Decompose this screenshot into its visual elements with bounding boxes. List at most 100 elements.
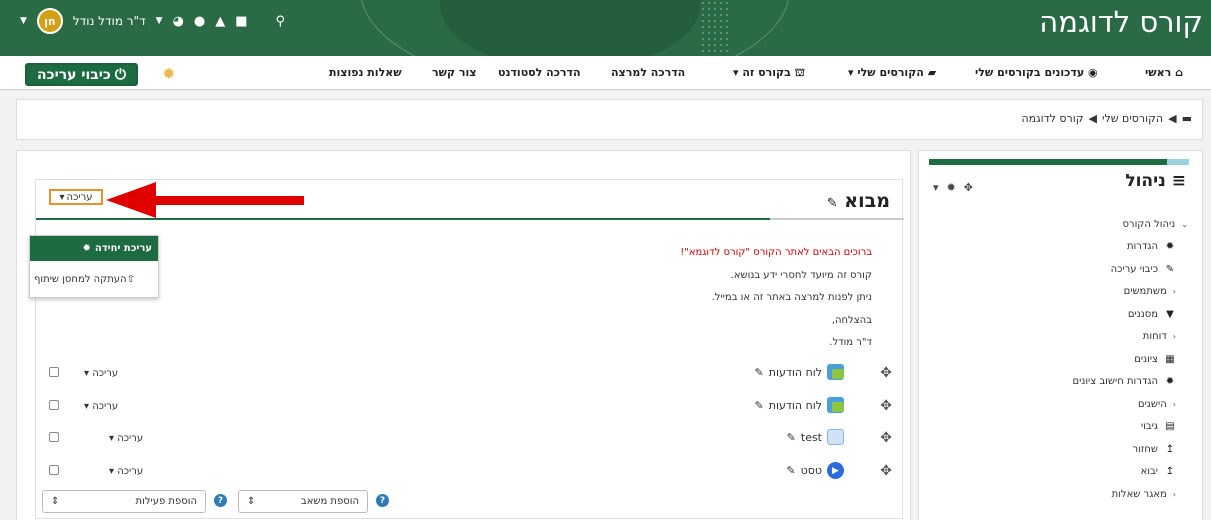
breadcrumb-my-courses[interactable]: הקורסים שלי (1102, 112, 1163, 125)
activity-checkbox[interactable] (49, 432, 59, 442)
tree-item[interactable]: ✹ הגדרות (1072, 236, 1188, 259)
search-icon[interactable]: ⚲ (276, 14, 286, 29)
activity-edit-dropdown[interactable]: עריכה ▾ (109, 466, 143, 477)
globe-icon[interactable]: ◕ (173, 14, 184, 29)
nav-updates-label: עדכונים בקורסים שלי (975, 66, 1085, 79)
add-activity-select[interactable]: הוספת פעילות ⇕ (42, 490, 206, 513)
move-icon[interactable]: ✥ (880, 430, 892, 446)
section-summary: ברוכים הבאים לאתר הקורס "קורס לדוגמא"! ק… (680, 242, 872, 355)
bell-icon[interactable]: ▲ (215, 14, 225, 29)
user-menu-caret-icon[interactable]: ▼ (20, 16, 27, 26)
nav-updates[interactable]: ◉ עדכונים בקורסים שלי (975, 66, 1098, 79)
tree-item[interactable]: ✎ כיבוי עריכה (1072, 258, 1188, 281)
import-icon: ↥ (1165, 466, 1175, 478)
activity-checkbox[interactable] (49, 367, 59, 377)
activity-link[interactable]: לוח הודעות (769, 399, 822, 412)
tree-item[interactable]: ‹ הישגים (1072, 393, 1188, 416)
red-pointer-arrow (106, 182, 306, 218)
edit-mode-off-button[interactable]: ⏻ כיבוי עריכה (25, 63, 138, 86)
gear-icon[interactable]: ✹ (947, 181, 956, 194)
avatar[interactable]: חן (36, 8, 63, 34)
summary-line: קורס זה מיועד לחסרי ידע בנושא. (730, 269, 872, 281)
activity-link[interactable]: טסט (801, 464, 822, 477)
tree-item[interactable]: ▦ ציונים (1072, 348, 1188, 371)
tree-item-label: מאגר שאלות (1111, 488, 1167, 500)
chevron-down-icon: ▾ (733, 66, 739, 79)
help-icon[interactable]: ? (376, 494, 389, 507)
tree-item-label: שחזור (1132, 443, 1158, 455)
pencil-icon[interactable]: ✎ (755, 366, 764, 379)
activity-edit-dropdown[interactable]: עריכה ▾ (109, 433, 143, 444)
tree-item[interactable]: ↥ יבוא (1072, 461, 1188, 484)
move-icon[interactable]: ✥ (880, 398, 892, 414)
menu-item-copy-to-share[interactable]: ⇧ העתקה למחסן שיתוף (30, 261, 158, 297)
pencil-icon[interactable]: ✎ (827, 196, 838, 211)
activity-checkbox[interactable] (49, 400, 59, 410)
help-icon[interactable]: ? (214, 494, 227, 507)
admin-block: ≡ ניהול ▾ ✹ ✥ ⌄ ניהול הקורס ✹ הגדרות ✎ כיבו… (918, 150, 1203, 520)
nav-home-label: ראשי (1145, 66, 1172, 79)
activity-row: עריכה ▾ ▶ טסט ✎ ✥ (36, 462, 904, 482)
tree-item[interactable]: ‹ דוחות (1072, 326, 1188, 349)
pencil-icon[interactable]: ✎ (755, 399, 764, 412)
cog-icon: ✹ (82, 243, 91, 254)
tree-item[interactable]: ▼ מסננים (1072, 303, 1188, 326)
section-title: מבוא ✎ (827, 190, 890, 212)
add-resource-label: הוספת משאב (300, 496, 359, 507)
breadcrumb-course[interactable]: קורס לדוגמה (1021, 112, 1083, 125)
tree-item-label: ציונים (1134, 353, 1158, 365)
chevron-left-icon: ‹ (1172, 489, 1176, 499)
section-edit-menu: ✹ עריכת יחידה ⇧ העתקה למחסן שיתוף (29, 235, 159, 298)
pencil-icon[interactable]: ✎ (786, 464, 795, 477)
tree-item[interactable]: ‹ משתמשים (1072, 281, 1188, 304)
nav-this-course[interactable]: ⛫ בקורס זה ▾ (733, 66, 805, 81)
admin-tree: ⌄ ניהול הקורס ✹ הגדרות ✎ כיבוי עריכה ‹ משתמש… (1072, 213, 1188, 506)
pencil-icon[interactable]: ✎ (787, 431, 796, 444)
user-name[interactable]: ד"ר מודל נודל (73, 14, 146, 28)
nav-lecturer-guide[interactable]: הדרכה למרצה (611, 66, 685, 79)
nav-faq[interactable]: שאלות נפוצות (329, 66, 402, 79)
block-header-bar (929, 159, 1189, 165)
chevron-down-icon: ▾ (848, 66, 854, 79)
activity-edit-dropdown[interactable]: עריכה ▾ (84, 368, 118, 379)
site-title[interactable]: קורס לדוגמה (1039, 5, 1203, 39)
table-icon: ▦ (1165, 353, 1175, 365)
move-icon[interactable]: ✥ (880, 463, 892, 479)
activity-link[interactable]: לוח הודעות (769, 366, 822, 379)
move-icon[interactable]: ✥ (964, 181, 973, 194)
caret-down-icon: ▾ (59, 191, 65, 203)
top-header: ▼ חן ד"ר מודל נודל ▼ ◕ ● ▲ ■ ⚲ קורס לדוג… (0, 0, 1211, 56)
filter-icon: ▼ (1166, 308, 1174, 320)
message-icon[interactable]: ■ (235, 14, 247, 29)
file-icon: ▤ (1165, 421, 1175, 433)
activity-item: test ✎ (787, 429, 844, 445)
activity-edit-dropdown[interactable]: עריכה ▾ (84, 401, 118, 412)
add-resource-select[interactable]: הוספת משאב ⇕ (238, 490, 368, 513)
chat-icon[interactable]: ● (194, 14, 205, 29)
gear-icon[interactable]: ✹ (162, 64, 175, 83)
tree-item[interactable]: ✹ הגדרות חישוב ציונים (1072, 371, 1188, 394)
nav-student-guide[interactable]: הדרכה לסטודנט (498, 66, 581, 79)
activity-link[interactable]: test (801, 431, 822, 444)
power-icon: ⏻ (114, 66, 126, 83)
nav-my-courses-label: הקורסים שלי (857, 66, 924, 79)
caret-down-icon[interactable]: ▾ (933, 181, 939, 194)
nav-home[interactable]: ⌂ ראשי (1145, 66, 1183, 79)
activity-checkbox[interactable] (49, 465, 59, 475)
language-caret-icon[interactable]: ▼ (156, 16, 163, 26)
tree-item[interactable]: ‹ מאגר שאלות (1072, 483, 1188, 506)
section-edit-dropdown[interactable]: עריכה ▾ (49, 189, 103, 205)
nav-contact[interactable]: צור קשר (432, 66, 476, 79)
tree-item[interactable]: ▤ גיבוי (1072, 416, 1188, 439)
tree-item-label: כיבוי עריכה (1110, 263, 1158, 275)
summary-line: ניתן לפנות למרצה באתר זה או במייל. (711, 292, 872, 303)
caret-down-icon: ▾ (109, 466, 115, 477)
move-icon[interactable]: ✥ (880, 365, 892, 381)
tree-item[interactable]: ↥ שחזור (1072, 438, 1188, 461)
tree-item[interactable]: ⌄ ניהול הקורס (1072, 213, 1188, 236)
menu-item-edit-unit[interactable]: ✹ עריכת יחידה (30, 236, 158, 261)
course-section: מבוא ✎ עריכה ▾ ✹ עריכת יחידה ⇧ העתקה למח… (29, 179, 904, 519)
nav-my-courses[interactable]: ▰ הקורסים שלי ▾ (848, 66, 936, 79)
sitemap-icon: ⛫ (794, 66, 805, 79)
pencil-icon: ✎ (1165, 263, 1175, 275)
